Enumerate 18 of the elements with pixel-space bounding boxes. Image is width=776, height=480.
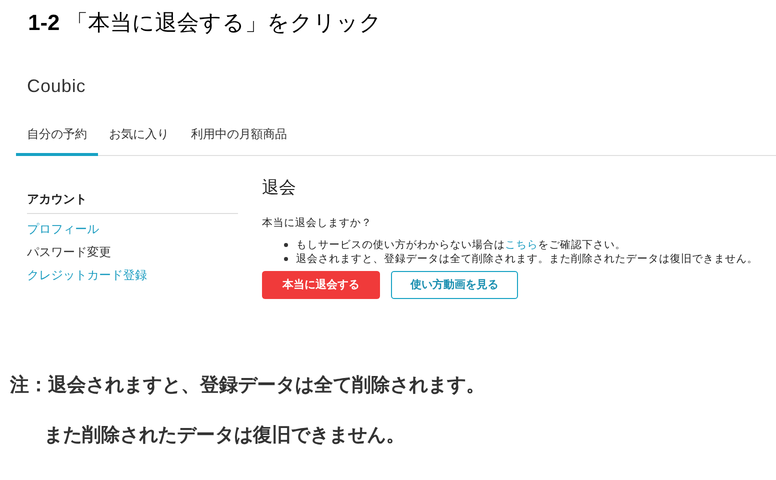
bullet-icon (284, 257, 288, 261)
tab[interactable]: 利用中の月額商品 (180, 114, 298, 156)
section-title: 退会 (262, 177, 296, 199)
page-heading: 1-2 「本当に退会する」をクリック (28, 9, 382, 37)
note-text: 退会されますと、登録データは全て削除されます。 (48, 374, 485, 398)
tab[interactable]: お気に入り (98, 114, 180, 156)
note-label: 注： (10, 374, 48, 398)
sidebar-item[interactable]: パスワード変更 (27, 244, 111, 261)
confirm-question: 本当に退会しますか？ (262, 216, 372, 230)
video-button[interactable]: 使い方動画を見る (391, 271, 518, 299)
sidebar-title: アカウント (27, 191, 87, 208)
tab[interactable]: 自分の予約 (16, 114, 98, 156)
bullet-text: もしサービスの使い方がわからない場合は こちら をご確認下さい。 (296, 238, 626, 252)
bullet-icon (284, 243, 288, 247)
withdraw-button[interactable]: 本当に退会する (262, 271, 380, 299)
note-text: また削除されたデータは復旧できません。 (44, 424, 405, 448)
bullet-text: 退会されますと、登録データは全て削除されます。また削除されたデータは復旧できません。 (296, 252, 758, 266)
logo[interactable]: Coubic (27, 74, 86, 98)
